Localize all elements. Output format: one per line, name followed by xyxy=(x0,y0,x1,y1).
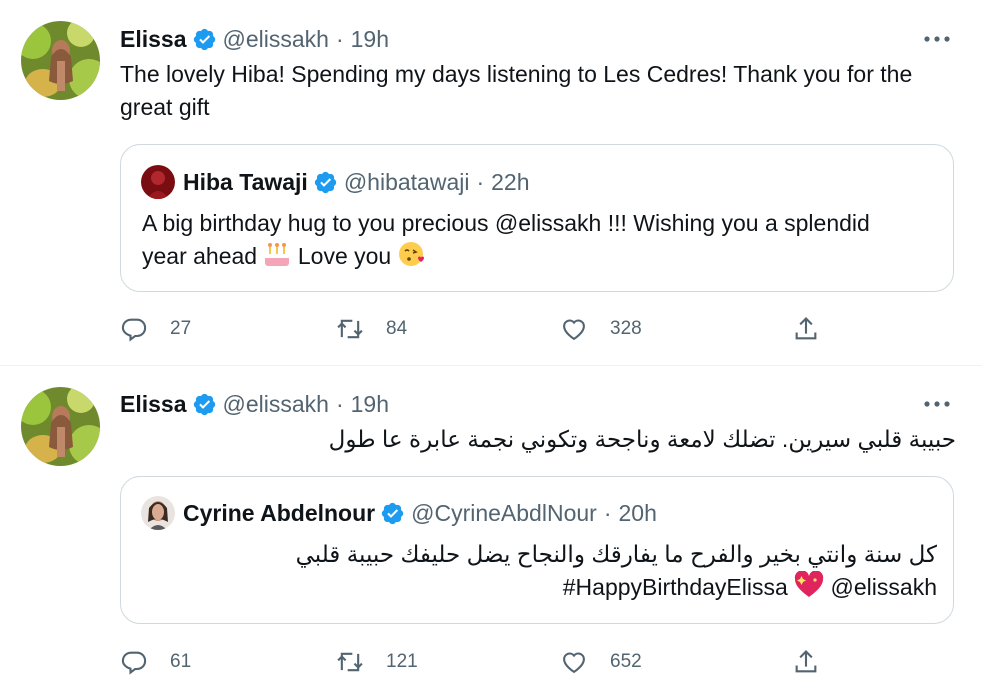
author-name[interactable]: Elissa xyxy=(120,26,187,53)
timestamp[interactable]: 19h xyxy=(351,391,389,418)
tweet[interactable]: Elissa @elissakh · 19h حبيبة قلبي سيرين.… xyxy=(0,366,982,697)
sparkling-heart-emoji xyxy=(794,570,824,608)
retweet-count: 84 xyxy=(386,318,408,339)
reply-button[interactable]: 61 xyxy=(120,647,191,677)
quoted-tweet[interactable]: Cyrine Abdelnour @CyrineAbdlNour · 20h ك… xyxy=(120,476,954,624)
share-button[interactable] xyxy=(792,314,820,344)
separator-dot: · xyxy=(335,390,344,417)
like-button[interactable]: 328 xyxy=(560,314,642,344)
quoted-text-line: year ahead Love you xyxy=(142,240,937,277)
more-options-icon[interactable] xyxy=(922,390,952,418)
birthday-cake-emoji xyxy=(263,242,291,277)
tweet-text: The lovely Hiba! Spending my days listen… xyxy=(120,61,913,120)
verified-badge-icon xyxy=(192,27,217,52)
author-handle[interactable]: @hibatawaji xyxy=(344,169,470,196)
timestamp[interactable]: 19h xyxy=(351,26,389,53)
reply-button[interactable]: 27 xyxy=(120,314,191,344)
like-count: 652 xyxy=(610,651,642,672)
author-name[interactable]: Cyrine Abdelnour xyxy=(183,500,375,527)
reply-icon xyxy=(121,318,147,342)
quoted-text-segment: year ahead xyxy=(142,243,258,269)
author-handle[interactable]: @elissakh xyxy=(223,26,329,53)
tweet[interactable]: Elissa @elissakh · 19h The lovely Hiba! … xyxy=(0,0,982,366)
tweet-text: حبيبة قلبي سيرين. تضلك لامعة وناجحة وتكو… xyxy=(328,426,956,452)
face-blowing-kiss-emoji xyxy=(398,240,426,277)
share-button[interactable] xyxy=(792,647,820,677)
quoted-text-segment: Love you xyxy=(297,243,392,269)
quoted-tweet-text: A big birthday hug to you precious @elis… xyxy=(142,207,937,277)
timestamp[interactable]: 20h xyxy=(618,500,656,527)
like-icon xyxy=(563,319,585,341)
author-handle[interactable]: @CyrineAbdlNour xyxy=(411,500,597,527)
quoted-text-line: كل سنة وانتي بخير والفرح ما يفارقك والنج… xyxy=(295,541,937,567)
like-button[interactable]: 652 xyxy=(560,647,642,677)
tweet-header: Elissa @elissakh · 19h xyxy=(120,390,389,418)
share-icon xyxy=(795,317,817,340)
retweet-button[interactable]: 84 xyxy=(336,314,407,344)
timeline-feed: Elissa @elissakh · 19h The lovely Hiba! … xyxy=(0,0,982,697)
quoted-tweet-header: Cyrine Abdelnour @CyrineAbdlNour · 20h xyxy=(183,498,657,528)
separator-dot: · xyxy=(603,499,612,526)
quoted-tweet[interactable]: Hiba Tawaji @hibatawaji · 22h A big birt… xyxy=(120,144,954,292)
verified-badge-icon xyxy=(192,392,217,417)
tweet-actions: 61 121 652 xyxy=(120,647,830,677)
quoted-tweet-header: Hiba Tawaji @hibatawaji · 22h xyxy=(183,167,530,197)
author-handle[interactable]: @elissakh xyxy=(223,391,329,418)
separator-dot: · xyxy=(335,25,344,52)
like-count: 328 xyxy=(610,318,642,339)
reply-icon xyxy=(121,651,147,675)
share-icon xyxy=(795,650,817,673)
retweet-icon xyxy=(337,319,363,339)
avatar[interactable] xyxy=(21,21,100,100)
author-name[interactable]: Elissa xyxy=(120,391,187,418)
more-options-icon[interactable] xyxy=(922,25,952,53)
retweet-icon xyxy=(337,652,363,672)
tweet-header: Elissa @elissakh · 19h xyxy=(120,25,389,53)
quoted-tweet-text: كل سنة وانتي بخير والفرح ما يفارقك والنج… xyxy=(142,538,937,608)
mention-link[interactable]: @elissakh xyxy=(831,574,937,600)
avatar[interactable] xyxy=(21,387,100,466)
like-icon xyxy=(563,652,585,674)
verified-badge-icon xyxy=(313,170,338,195)
reply-count: 27 xyxy=(170,318,192,339)
author-name[interactable]: Hiba Tawaji xyxy=(183,169,308,196)
retweet-count: 121 xyxy=(386,651,418,672)
reply-count: 61 xyxy=(170,651,192,672)
quoted-text-line: #HappyBirthdayElissa @elissakh xyxy=(142,570,937,608)
separator-dot: · xyxy=(476,168,485,195)
hashtag-link[interactable]: #HappyBirthdayElissa xyxy=(563,574,788,600)
verified-badge-icon xyxy=(380,501,405,526)
tweet-actions: 27 84 328 xyxy=(120,314,830,344)
quoted-text-line: A big birthday hug to you precious @elis… xyxy=(142,210,870,236)
avatar[interactable] xyxy=(141,496,175,530)
timestamp[interactable]: 22h xyxy=(491,169,529,196)
avatar[interactable] xyxy=(141,165,175,199)
retweet-button[interactable]: 121 xyxy=(336,647,418,677)
